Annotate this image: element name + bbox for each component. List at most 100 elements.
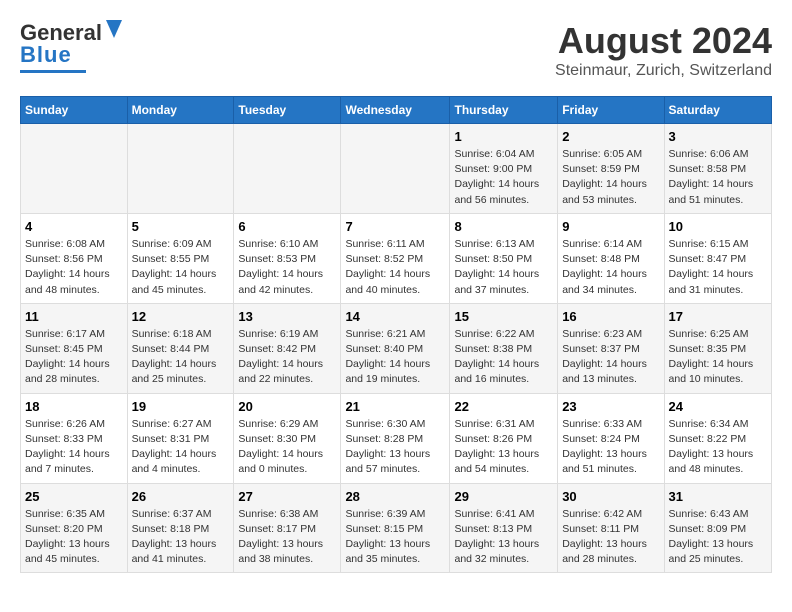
calendar-cell: 1 Sunrise: 6:04 AMSunset: 9:00 PMDaylight… bbox=[450, 124, 558, 214]
calendar-cell: 6 Sunrise: 6:10 AMSunset: 8:53 PMDaylight… bbox=[234, 213, 341, 303]
day-info: Sunrise: 6:23 AMSunset: 8:37 PMDaylight:… bbox=[562, 327, 659, 388]
calendar-cell: 17 Sunrise: 6:25 AMSunset: 8:35 PMDayligh… bbox=[664, 303, 771, 393]
day-number: 11 bbox=[25, 309, 123, 324]
logo-blue: Blue bbox=[20, 42, 72, 68]
calendar-cell: 19 Sunrise: 6:27 AMSunset: 8:31 PMDayligh… bbox=[127, 393, 234, 483]
calendar-cell: 18 Sunrise: 6:26 AMSunset: 8:33 PMDayligh… bbox=[21, 393, 128, 483]
day-info: Sunrise: 6:42 AMSunset: 8:11 PMDaylight:… bbox=[562, 507, 659, 568]
day-number: 14 bbox=[345, 309, 445, 324]
day-number: 20 bbox=[238, 399, 336, 414]
calendar-cell: 9 Sunrise: 6:14 AMSunset: 8:48 PMDaylight… bbox=[558, 213, 664, 303]
day-info: Sunrise: 6:38 AMSunset: 8:17 PMDaylight:… bbox=[238, 507, 336, 568]
day-number: 5 bbox=[132, 219, 230, 234]
calendar-cell: 22 Sunrise: 6:31 AMSunset: 8:26 PMDayligh… bbox=[450, 393, 558, 483]
day-number: 21 bbox=[345, 399, 445, 414]
day-number: 28 bbox=[345, 489, 445, 504]
day-info: Sunrise: 6:25 AMSunset: 8:35 PMDaylight:… bbox=[669, 327, 767, 388]
day-number: 7 bbox=[345, 219, 445, 234]
calendar-cell: 21 Sunrise: 6:30 AMSunset: 8:28 PMDayligh… bbox=[341, 393, 450, 483]
logo: General Blue bbox=[20, 20, 124, 73]
day-number: 27 bbox=[238, 489, 336, 504]
day-number: 1 bbox=[454, 129, 553, 144]
calendar-cell: 27 Sunrise: 6:38 AMSunset: 8:17 PMDayligh… bbox=[234, 483, 341, 573]
calendar-cell: 15Sunrise: 6:22 AMSunset: 8:38 PMDayligh… bbox=[450, 303, 558, 393]
day-info: Sunrise: 6:27 AMSunset: 8:31 PMDaylight:… bbox=[132, 417, 230, 478]
day-number: 6 bbox=[238, 219, 336, 234]
day-info: Sunrise: 6:34 AMSunset: 8:22 PMDaylight:… bbox=[669, 417, 767, 478]
weekday-header-tuesday: Tuesday bbox=[234, 97, 341, 124]
weekday-header-sunday: Sunday bbox=[21, 97, 128, 124]
calendar-cell: 12 Sunrise: 6:18 AMSunset: 8:44 PMDayligh… bbox=[127, 303, 234, 393]
day-number: 19 bbox=[132, 399, 230, 414]
day-number: 18 bbox=[25, 399, 123, 414]
logo-underline bbox=[20, 70, 86, 73]
weekday-header-friday: Friday bbox=[558, 97, 664, 124]
calendar-body: 1 Sunrise: 6:04 AMSunset: 9:00 PMDaylight… bbox=[21, 124, 772, 573]
calendar-cell: 5 Sunrise: 6:09 AMSunset: 8:55 PMDaylight… bbox=[127, 213, 234, 303]
day-number: 30 bbox=[562, 489, 659, 504]
calendar-cell: 3 Sunrise: 6:06 AMSunset: 8:58 PMDaylight… bbox=[664, 124, 771, 214]
day-info: Sunrise: 6:17 AMSunset: 8:45 PMDaylight:… bbox=[25, 327, 123, 388]
calendar-cell: 20 Sunrise: 6:29 AMSunset: 8:30 PMDayligh… bbox=[234, 393, 341, 483]
day-info: Sunrise: 6:29 AMSunset: 8:30 PMDaylight:… bbox=[238, 417, 336, 478]
subtitle: Steinmaur, Zurich, Switzerland bbox=[555, 62, 772, 80]
day-number: 3 bbox=[669, 129, 767, 144]
day-number: 16 bbox=[562, 309, 659, 324]
day-info: Sunrise: 6:18 AMSunset: 8:44 PMDaylight:… bbox=[132, 327, 230, 388]
calendar-cell bbox=[127, 124, 234, 214]
calendar-cell: 23 Sunrise: 6:33 AMSunset: 8:24 PMDayligh… bbox=[558, 393, 664, 483]
day-info: Sunrise: 6:41 AMSunset: 8:13 PMDaylight:… bbox=[454, 507, 553, 568]
day-number: 22 bbox=[454, 399, 553, 414]
calendar-header: SundayMondayTuesdayWednesdayThursdayFrid… bbox=[21, 97, 772, 124]
day-info: Sunrise: 6:06 AMSunset: 8:58 PMDaylight:… bbox=[669, 147, 767, 208]
day-info: Sunrise: 6:35 AMSunset: 8:20 PMDaylight:… bbox=[25, 507, 123, 568]
weekday-header-thursday: Thursday bbox=[450, 97, 558, 124]
calendar-week-1: 4Sunrise: 6:08 AMSunset: 8:56 PMDaylight… bbox=[21, 213, 772, 303]
calendar-cell: 26Sunrise: 6:37 AMSunset: 8:18 PMDayligh… bbox=[127, 483, 234, 573]
day-info: Sunrise: 6:10 AMSunset: 8:53 PMDaylight:… bbox=[238, 237, 336, 298]
calendar-cell bbox=[234, 124, 341, 214]
day-number: 12 bbox=[132, 309, 230, 324]
day-info: Sunrise: 6:04 AMSunset: 9:00 PMDaylight:… bbox=[454, 147, 553, 208]
calendar-week-2: 11 Sunrise: 6:17 AMSunset: 8:45 PMDayligh… bbox=[21, 303, 772, 393]
day-info: Sunrise: 6:31 AMSunset: 8:26 PMDaylight:… bbox=[454, 417, 553, 478]
day-number: 24 bbox=[669, 399, 767, 414]
calendar-week-3: 18 Sunrise: 6:26 AMSunset: 8:33 PMDayligh… bbox=[21, 393, 772, 483]
day-info: Sunrise: 6:33 AMSunset: 8:24 PMDaylight:… bbox=[562, 417, 659, 478]
day-number: 23 bbox=[562, 399, 659, 414]
calendar-cell bbox=[21, 124, 128, 214]
day-info: Sunrise: 6:14 AMSunset: 8:48 PMDaylight:… bbox=[562, 237, 659, 298]
title-area: August 2024 Steinmaur, Zurich, Switzerla… bbox=[555, 20, 772, 80]
day-number: 8 bbox=[454, 219, 553, 234]
day-number: 25 bbox=[25, 489, 123, 504]
day-number: 10 bbox=[669, 219, 767, 234]
calendar-cell: 31 Sunrise: 6:43 AMSunset: 8:09 PMDayligh… bbox=[664, 483, 771, 573]
day-number: 26 bbox=[132, 489, 230, 504]
day-number: 9 bbox=[562, 219, 659, 234]
day-info: Sunrise: 6:15 AMSunset: 8:47 PMDaylight:… bbox=[669, 237, 767, 298]
calendar-cell bbox=[341, 124, 450, 214]
day-number: 2 bbox=[562, 129, 659, 144]
day-info: Sunrise: 6:05 AMSunset: 8:59 PMDaylight:… bbox=[562, 147, 659, 208]
weekday-header-saturday: Saturday bbox=[664, 97, 771, 124]
calendar-cell: 2 Sunrise: 6:05 AMSunset: 8:59 PMDaylight… bbox=[558, 124, 664, 214]
day-number: 31 bbox=[669, 489, 767, 504]
day-info: Sunrise: 6:09 AMSunset: 8:55 PMDaylight:… bbox=[132, 237, 230, 298]
day-info: Sunrise: 6:43 AMSunset: 8:09 PMDaylight:… bbox=[669, 507, 767, 568]
day-number: 17 bbox=[669, 309, 767, 324]
day-info: Sunrise: 6:26 AMSunset: 8:33 PMDaylight:… bbox=[25, 417, 123, 478]
day-info: Sunrise: 6:39 AMSunset: 8:15 PMDaylight:… bbox=[345, 507, 445, 568]
calendar-week-4: 25 Sunrise: 6:35 AMSunset: 8:20 PMDayligh… bbox=[21, 483, 772, 573]
day-info: Sunrise: 6:30 AMSunset: 8:28 PMDaylight:… bbox=[345, 417, 445, 478]
day-info: Sunrise: 6:11 AMSunset: 8:52 PMDaylight:… bbox=[345, 237, 445, 298]
day-number: 13 bbox=[238, 309, 336, 324]
calendar-cell: 11 Sunrise: 6:17 AMSunset: 8:45 PMDayligh… bbox=[21, 303, 128, 393]
day-info: Sunrise: 6:13 AMSunset: 8:50 PMDaylight:… bbox=[454, 237, 553, 298]
header: General Blue August 2024 Steinmaur, Zuri… bbox=[20, 20, 772, 80]
calendar-cell: 13Sunrise: 6:19 AMSunset: 8:42 PMDayligh… bbox=[234, 303, 341, 393]
calendar-cell: 16 Sunrise: 6:23 AMSunset: 8:37 PMDayligh… bbox=[558, 303, 664, 393]
day-number: 29 bbox=[454, 489, 553, 504]
calendar-week-0: 1 Sunrise: 6:04 AMSunset: 9:00 PMDaylight… bbox=[21, 124, 772, 214]
calendar-cell: 28 Sunrise: 6:39 AMSunset: 8:15 PMDayligh… bbox=[341, 483, 450, 573]
calendar-table: SundayMondayTuesdayWednesdayThursdayFrid… bbox=[20, 96, 772, 573]
